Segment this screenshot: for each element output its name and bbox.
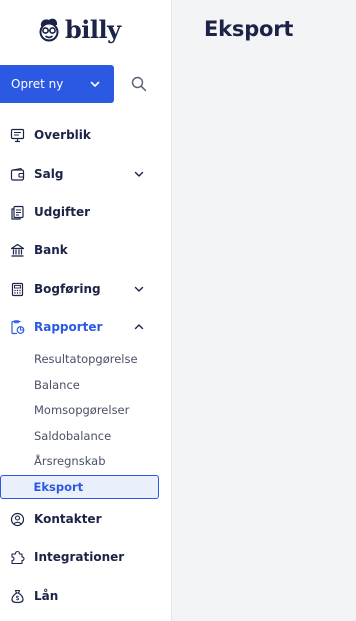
report-item-label: Balance [34,378,80,392]
report-item-eksport[interactable]: Eksport [0,475,159,499]
nav-label: Udgifter [34,205,91,219]
report-item-label: Eksport [33,480,84,494]
billy-face-icon [39,18,59,42]
wallet-icon [10,167,25,181]
nav-item-overblik[interactable]: Overblik [0,118,172,152]
report-item-momsopgorelser[interactable]: Momsopgørelser [0,398,159,422]
create-new-label: Opret ny [11,77,64,91]
report-item-label: Årsregnskab [34,454,106,468]
money-bag-icon [11,589,24,603]
search-icon[interactable] [131,76,147,92]
nav-item-rapporter[interactable]: Rapporter [0,310,172,344]
receipts-icon [11,205,24,220]
chevron-down-icon [134,286,144,292]
chevron-up-icon [134,324,144,330]
nav-item-bogforing[interactable]: Bogføring [0,272,172,306]
nav-label: Lån [34,589,59,603]
nav-item-udgifter[interactable]: Udgifter [0,195,172,229]
sidebar: billy Opret ny Overblik Salg Udgifter Ba… [0,0,172,621]
report-item-resultatopgorelse[interactable]: Resultatopgørelse [0,347,159,371]
nav-item-kontakter[interactable]: Kontakter [0,502,172,536]
nav-label: Overblik [34,128,91,142]
nav-label: Bank [34,243,68,257]
dashboard-icon [10,128,25,142]
create-new-button[interactable]: Opret ny [0,65,114,103]
chevron-down-icon [90,81,100,87]
chevron-down-icon [134,171,144,177]
main-content: Eksport [173,0,356,621]
calculator-icon [11,282,24,296]
report-item-label: Saldobalance [34,429,112,443]
nav-label: Bogføring [34,282,101,296]
nav-item-salg[interactable]: Salg [0,157,172,191]
nav-label: Integrationer [34,550,125,564]
report-item-arsregnskab[interactable]: Årsregnskab [0,449,159,473]
nav-item-lan[interactable]: Lån [0,579,172,613]
report-item-label: Resultatopgørelse [34,352,138,366]
report-item-saldobalance[interactable]: Saldobalance [0,424,159,448]
nav-item-integrationer[interactable]: Integrationer [0,540,172,574]
nav-item-bank[interactable]: Bank [0,233,172,267]
bank-icon [10,243,25,257]
report-icon [11,319,25,334]
nav-label: Salg [34,167,64,181]
puzzle-icon [11,550,25,564]
nav-label: Rapporter [34,320,103,334]
report-item-balance[interactable]: Balance [0,373,159,397]
billy-logo[interactable]: billy [38,16,121,44]
contact-icon [10,512,25,526]
nav-label: Kontakter [34,512,102,526]
report-item-label: Momsopgørelser [34,403,130,417]
page-title: Eksport [204,17,294,41]
brand-name: billy [65,15,121,44]
